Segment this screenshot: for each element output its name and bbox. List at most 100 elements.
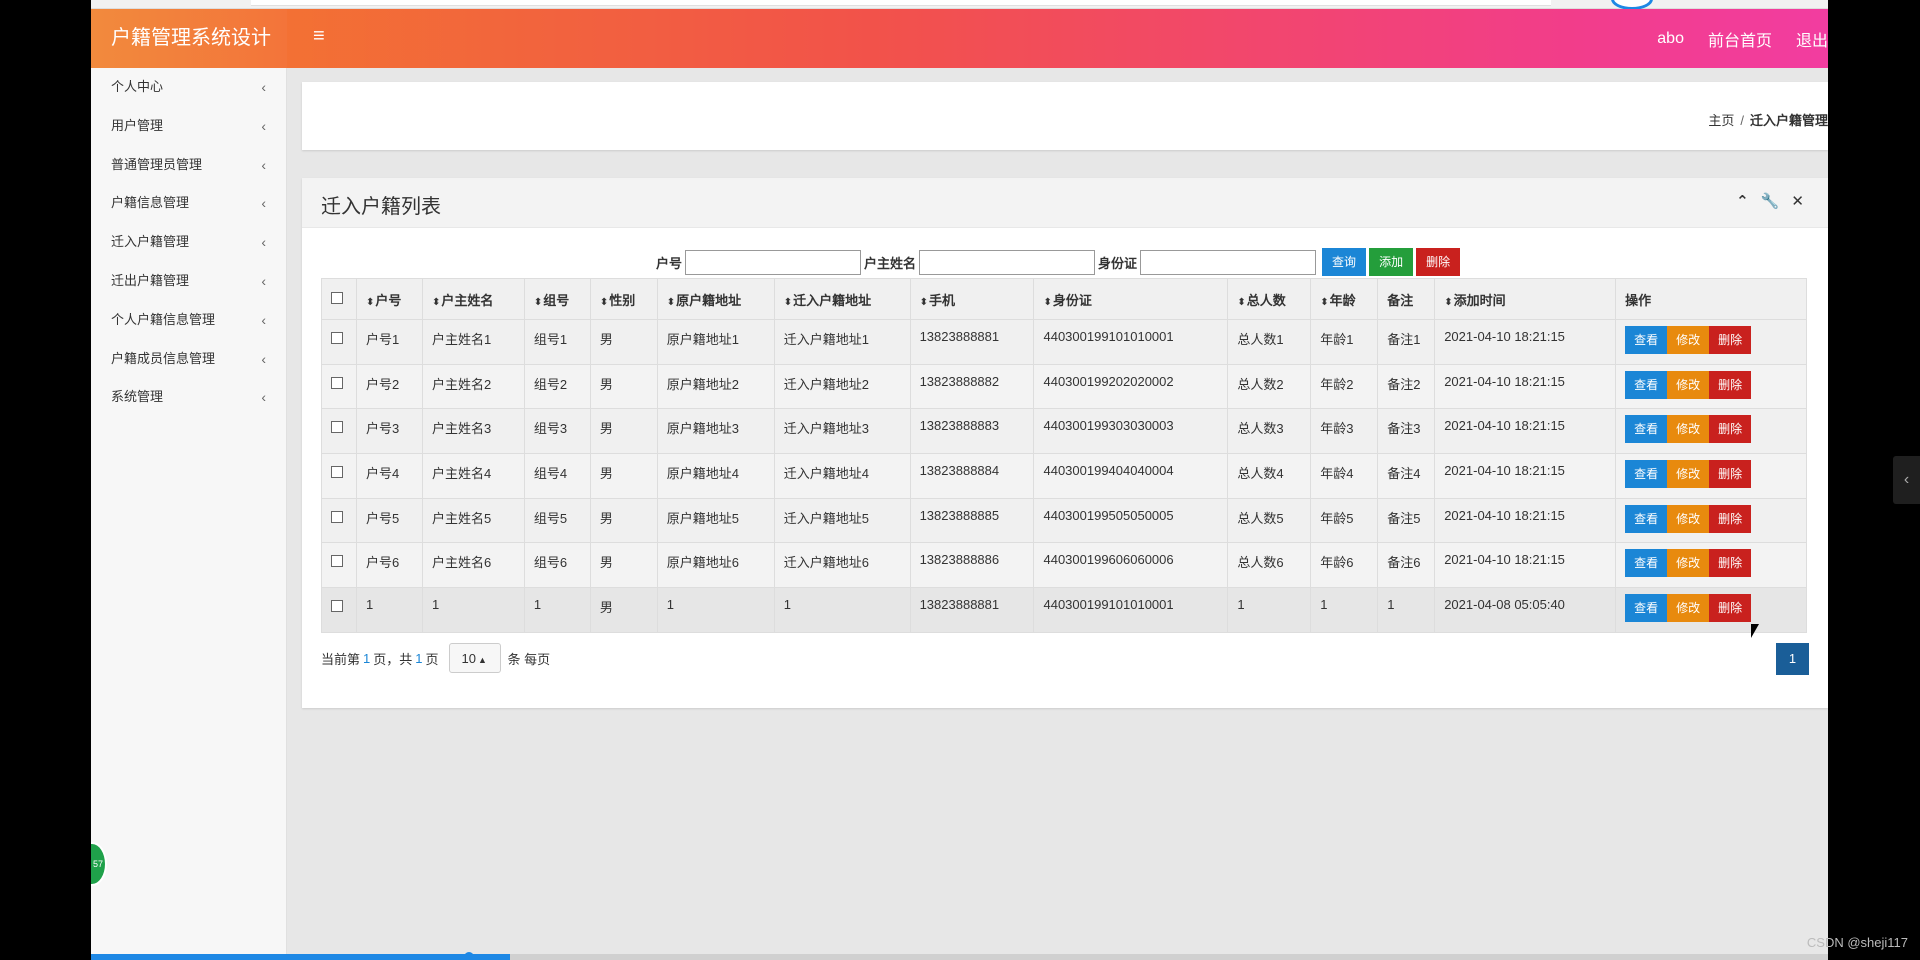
column-header-label: 组号 bbox=[543, 292, 570, 308]
view-button[interactable]: 查看 bbox=[1625, 415, 1668, 444]
row-checkbox[interactable] bbox=[331, 600, 343, 613]
column-header[interactable]: ⬍户号 bbox=[355, 278, 423, 320]
table-cell: 户主姓名1 bbox=[421, 319, 525, 365]
pager-suffix: 页 bbox=[425, 651, 439, 667]
row-select-cell bbox=[321, 453, 357, 499]
sidebar-item[interactable]: 户籍成员信息管理 ‹ bbox=[91, 340, 286, 379]
select-all-checkbox[interactable] bbox=[331, 291, 343, 304]
side-panel-toggle[interactable]: ‹ bbox=[1893, 456, 1920, 504]
add-button[interactable]: 添加 bbox=[1369, 248, 1414, 276]
table-cell: 原户籍地址5 bbox=[656, 497, 775, 544]
column-header-label: 身份证 bbox=[1052, 292, 1092, 308]
delete-button[interactable]: 删除 bbox=[1709, 326, 1752, 354]
frontpage-link[interactable]: 前台首页 bbox=[1708, 27, 1772, 51]
delete-button[interactable]: 删除 bbox=[1709, 549, 1752, 578]
table-cell: 440300199606060006 bbox=[1033, 542, 1229, 589]
view-button[interactable]: 查看 bbox=[1625, 504, 1668, 533]
row-checkbox[interactable] bbox=[331, 376, 343, 389]
edit-button[interactable]: 修改 bbox=[1667, 460, 1710, 489]
column-header[interactable]: ⬍原户籍地址 bbox=[656, 278, 775, 320]
delete-button[interactable]: 删除 bbox=[1709, 504, 1752, 533]
table-row: 1 1 1 男 1 1 13823888881 440300199101010001 1 1 1 20… bbox=[321, 587, 1807, 633]
edit-button[interactable]: 修改 bbox=[1667, 370, 1710, 399]
edit-button[interactable]: 修改 bbox=[1667, 594, 1710, 623]
breadcrumb-current: 迁入户籍管理 bbox=[1749, 113, 1828, 128]
search-form: 户号 户主姓名 身份证 查询 添加 删除 bbox=[656, 248, 1461, 276]
chevron-left-icon: ‹ bbox=[261, 350, 266, 367]
video-progress-handle[interactable] bbox=[464, 952, 474, 960]
address-bar[interactable] bbox=[251, 0, 1551, 6]
column-header[interactable]: ⬍户主姓名 bbox=[421, 278, 525, 320]
delete-button[interactable]: 删除 bbox=[1709, 370, 1752, 399]
sidebar-item[interactable]: 普通管理员管理 ‹ bbox=[91, 146, 286, 185]
row-checkbox[interactable] bbox=[331, 466, 343, 479]
view-button[interactable]: 查看 bbox=[1625, 460, 1668, 489]
sort-icon: ⬍ bbox=[533, 296, 543, 308]
batch-delete-button[interactable]: 删除 bbox=[1416, 248, 1461, 276]
column-header-label: 年龄 bbox=[1329, 292, 1356, 308]
view-button[interactable]: 查看 bbox=[1625, 594, 1668, 623]
menu-toggle-icon[interactable]: ≡ bbox=[313, 25, 325, 48]
sidebar-item[interactable]: 个人户籍信息管理 ‹ bbox=[91, 301, 286, 340]
sidebar-item[interactable]: 迁入户籍管理 ‹ bbox=[91, 223, 286, 262]
sidebar-item[interactable]: 户籍信息管理 ‹ bbox=[91, 184, 286, 223]
collapse-icon[interactable]: ⌃ bbox=[1736, 192, 1749, 210]
column-header[interactable]: ⬍总人数 bbox=[1227, 278, 1312, 320]
table-cell: 迁入户籍地址5 bbox=[773, 497, 911, 544]
view-button[interactable]: 查看 bbox=[1625, 326, 1668, 354]
column-header[interactable]: ⬍手机 bbox=[909, 278, 1035, 320]
column-header[interactable]: ⬍添加时间 bbox=[1434, 278, 1617, 320]
video-progress-bar[interactable] bbox=[91, 952, 1828, 960]
chevron-left-icon: ‹ bbox=[1903, 471, 1910, 488]
hukou-number-input[interactable] bbox=[685, 249, 862, 275]
table-cell: 组号6 bbox=[523, 542, 591, 589]
table-cell: 户主姓名4 bbox=[421, 453, 525, 499]
row-checkbox[interactable] bbox=[331, 555, 343, 568]
delete-button[interactable]: 删除 bbox=[1709, 594, 1752, 623]
row-select-cell bbox=[321, 319, 357, 365]
query-button[interactable]: 查询 bbox=[1322, 248, 1367, 276]
user-link[interactable]: abo bbox=[1657, 30, 1684, 48]
close-icon[interactable]: ✕ bbox=[1791, 192, 1804, 210]
row-checkbox[interactable] bbox=[331, 332, 343, 344]
column-header[interactable]: ⬍迁入户籍地址 bbox=[773, 278, 911, 320]
delete-button[interactable]: 删除 bbox=[1709, 415, 1752, 444]
householder-name-input[interactable] bbox=[919, 249, 1096, 275]
edit-button[interactable]: 修改 bbox=[1667, 415, 1710, 444]
column-header-label: 性别 bbox=[609, 292, 636, 308]
table-cell: 1 bbox=[1310, 587, 1379, 633]
page-button-1[interactable]: 1 bbox=[1776, 643, 1809, 675]
breadcrumb-home[interactable]: 主页 bbox=[1708, 113, 1734, 128]
table-row: 户号2 户主姓名2 组号2 男原户籍地址2 迁入户籍地址2 13823888882 4403… bbox=[321, 363, 1807, 410]
column-header[interactable]: ⬍性别 bbox=[589, 278, 658, 320]
sidebar-item[interactable]: 系统管理 ‹ bbox=[91, 378, 286, 417]
table-cell: 原户籍地址6 bbox=[656, 542, 775, 589]
column-header[interactable]: ⬍身份证 bbox=[1033, 278, 1229, 320]
sidebar-item[interactable]: 个人中心 ‹ bbox=[91, 68, 286, 107]
table-cell: 440300199202020002 bbox=[1033, 363, 1229, 410]
panel-tools: ⌃ 🔧 ✕ bbox=[1736, 192, 1804, 210]
delete-button[interactable]: 删除 bbox=[1709, 460, 1752, 489]
edit-button[interactable]: 修改 bbox=[1667, 326, 1710, 354]
view-button[interactable]: 查看 bbox=[1625, 370, 1668, 399]
row-checkbox[interactable] bbox=[331, 421, 343, 434]
column-header[interactable]: ⬍年龄 bbox=[1310, 278, 1379, 320]
wrench-icon[interactable]: 🔧 bbox=[1761, 192, 1780, 210]
table-cell: 户主姓名5 bbox=[421, 497, 525, 544]
table-cell: 男 bbox=[589, 497, 658, 544]
id-card-input[interactable] bbox=[1140, 249, 1317, 275]
page-size-select[interactable]: 10 ▲ bbox=[448, 643, 501, 673]
table-cell: 迁入户籍地址6 bbox=[773, 542, 911, 589]
edit-button[interactable]: 修改 bbox=[1667, 549, 1710, 578]
edit-button[interactable]: 修改 bbox=[1667, 504, 1710, 533]
sidebar-item[interactable]: 用户管理 ‹ bbox=[91, 107, 286, 146]
table-cell: 2021-04-10 18:21:15 bbox=[1434, 319, 1617, 365]
row-checkbox[interactable] bbox=[331, 510, 343, 523]
logout-link[interactable]: 退出 bbox=[1796, 27, 1828, 51]
table-cell: 男 bbox=[589, 587, 658, 633]
column-header[interactable]: ⬍组号 bbox=[523, 278, 591, 320]
view-button[interactable]: 查看 bbox=[1625, 549, 1668, 578]
table-cell: 年龄6 bbox=[1310, 542, 1379, 589]
sidebar-item[interactable]: 迁出户籍管理 ‹ bbox=[91, 262, 286, 301]
table-cell: 1 bbox=[1377, 587, 1436, 633]
